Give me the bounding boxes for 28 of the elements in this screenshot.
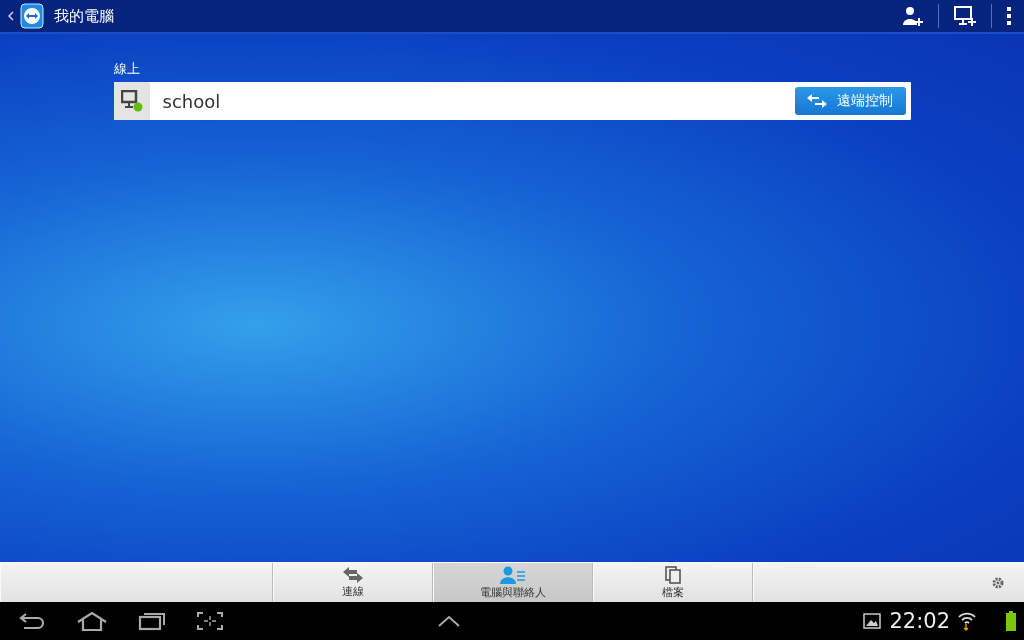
clock: 22:02 [889, 609, 950, 633]
bottom-tab[interactable]: 檔案 [593, 563, 753, 602]
add-contact-icon[interactable] [902, 6, 924, 26]
add-computer-icon[interactable] [953, 6, 977, 26]
section-header: 線上 [113, 60, 141, 78]
contact-list-icon [500, 565, 526, 584]
back-icon[interactable] [18, 612, 46, 630]
app-home-button[interactable] [8, 3, 44, 29]
documents-icon [665, 565, 681, 584]
settings-icon[interactable] [992, 576, 1004, 589]
picture-notification-icon [863, 613, 882, 629]
battery-icon [1006, 611, 1016, 631]
remote-control-button[interactable]: 遠端控制 [794, 87, 906, 115]
two-way-arrows-icon [341, 566, 365, 583]
screenshot-icon[interactable] [196, 611, 224, 631]
home-icon[interactable] [76, 611, 108, 631]
app-logo-icon [20, 3, 44, 29]
computer-icon [120, 90, 143, 112]
wifi-icon [958, 611, 976, 631]
computer-name: school [162, 90, 222, 112]
computer-list-item[interactable]: school 遠端控制 [113, 82, 911, 120]
bottom-tab[interactable]: 連線 [273, 563, 433, 602]
back-caret-icon [8, 11, 14, 21]
recent-apps-icon[interactable] [138, 611, 166, 631]
overflow-menu-icon[interactable] [1006, 6, 1012, 26]
bottom-tab[interactable]: 電腦與聯絡人 [433, 563, 593, 602]
screen-title: 我的電腦 [54, 6, 114, 26]
chevron-up-icon[interactable] [436, 615, 461, 627]
